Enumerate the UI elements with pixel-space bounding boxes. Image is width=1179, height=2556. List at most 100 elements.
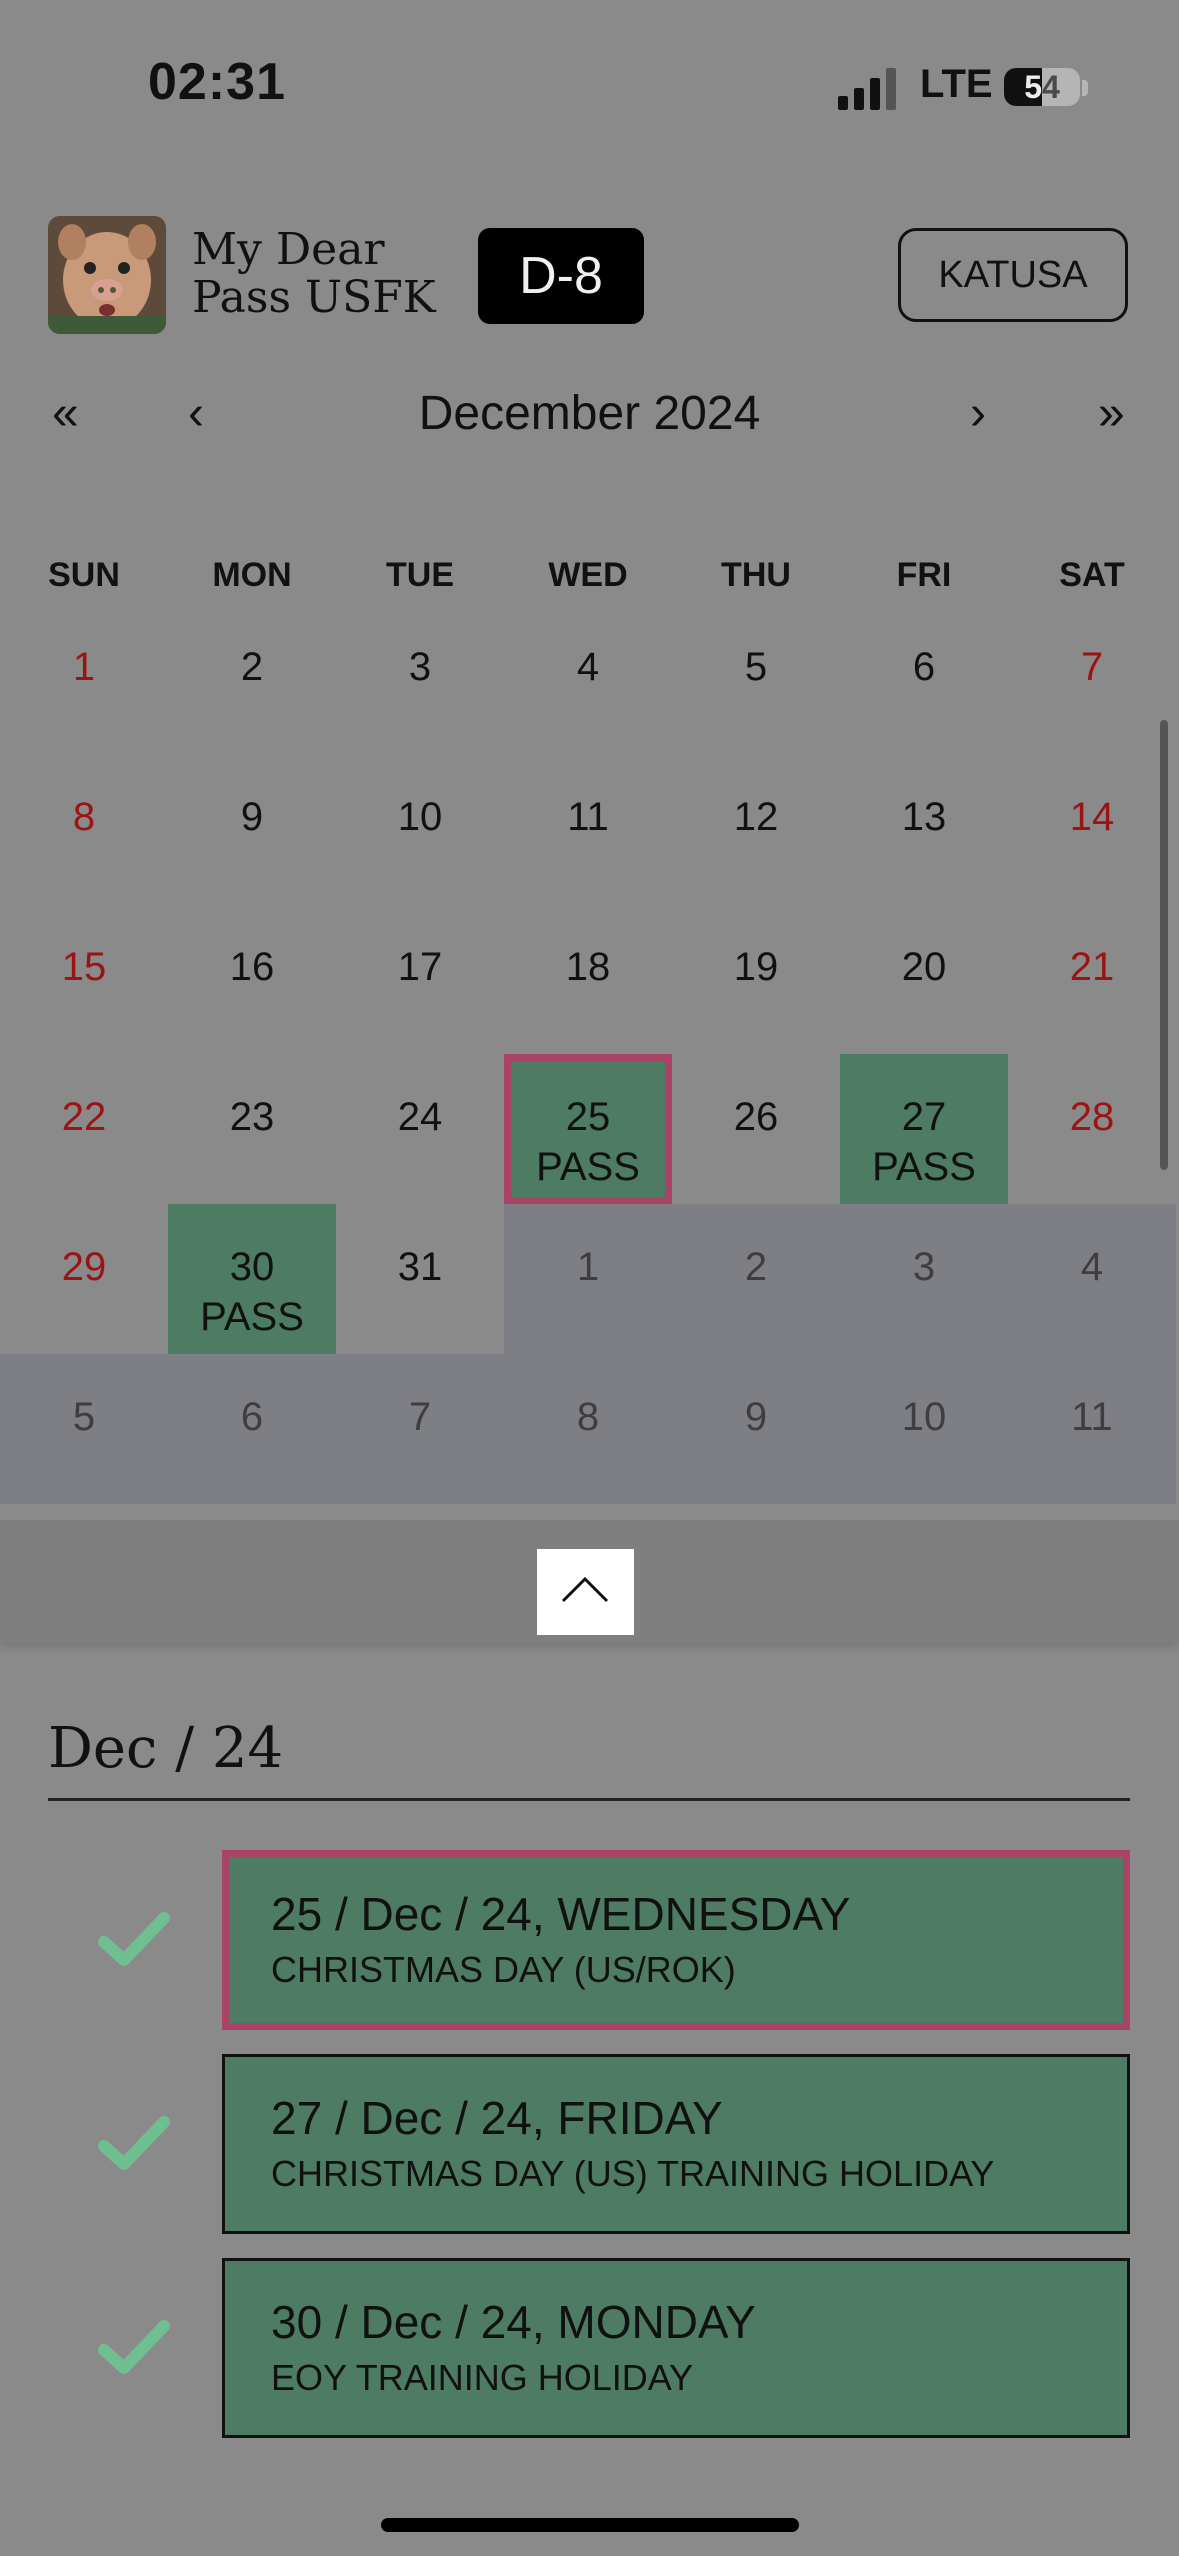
- pass-item[interactable]: 30 / Dec / 24, MONDAY EOY TRAINING HOLID…: [222, 2258, 1130, 2438]
- calendar-day-cell[interactable]: 11: [1008, 1354, 1176, 1504]
- pass-item-description: CHRISTMAS DAY (US/ROK): [271, 1949, 736, 1990]
- network-label: LTE: [920, 62, 993, 106]
- calendar-day-cell[interactable]: 30 PASS: [168, 1204, 336, 1354]
- weekday-thu: THU: [721, 556, 791, 594]
- calendar-day-cell[interactable]: 6: [168, 1354, 336, 1504]
- calendar-day-number: 6: [240, 1395, 264, 1439]
- calendar-day-cell[interactable]: 29: [0, 1204, 168, 1354]
- pass-item[interactable]: 27 / Dec / 24, FRIDAY CHRISTMAS DAY (US)…: [222, 2054, 1130, 2234]
- calendar-day-number: 28: [1069, 1095, 1115, 1139]
- calendar-day-cell[interactable]: 2: [168, 604, 336, 754]
- calendar-day-number: 25: [565, 1095, 611, 1139]
- calendar-day-cell[interactable]: 16: [168, 904, 336, 1054]
- calendar-day-cell[interactable]: 18: [504, 904, 672, 1054]
- pass-item[interactable]: 25 / Dec / 24, WEDNESDAY CHRISTMAS DAY (…: [222, 1850, 1130, 2030]
- calendar-day-number: 11: [567, 795, 609, 839]
- calendar-day-number: 8: [576, 1395, 600, 1439]
- calendar-day-cell[interactable]: 7: [336, 1354, 504, 1504]
- app-title: My Dear Pass USFK: [192, 226, 436, 322]
- home-indicator: [381, 2518, 799, 2532]
- calendar-day-cell[interactable]: 13: [840, 754, 1008, 904]
- calendar-day-number: 23: [229, 1095, 275, 1139]
- calendar-day-cell[interactable]: 6: [840, 604, 1008, 754]
- calendar-day-cell[interactable]: 8: [504, 1354, 672, 1504]
- calendar-day-number: 29: [61, 1245, 107, 1289]
- calendar-day-number: 10: [901, 1395, 947, 1439]
- calendar-day-cell[interactable]: 4: [504, 604, 672, 754]
- pass-item-date: 25 / Dec / 24, WEDNESDAY: [271, 1888, 851, 1940]
- calendar-day-cell[interactable]: 24: [336, 1054, 504, 1204]
- calendar-day-cell[interactable]: 27 PASS: [840, 1054, 1008, 1204]
- calendar-day-cell[interactable]: 28: [1008, 1054, 1176, 1204]
- calendar-day-cell[interactable]: 12: [672, 754, 840, 904]
- calendar-day-cell[interactable]: 3: [840, 1204, 1008, 1354]
- calendar-day-cell[interactable]: 14: [1008, 754, 1176, 904]
- calendar-day-number: 1: [72, 645, 96, 689]
- pass-label: PASS: [872, 1145, 976, 1189]
- calendar-day-number: 14: [1069, 795, 1115, 839]
- calendar-day-number: 16: [229, 945, 275, 989]
- calendar-day-number: 27: [901, 1095, 947, 1139]
- calendar-day-cell[interactable]: 5: [0, 1354, 168, 1504]
- calendar-day-cell[interactable]: 23: [168, 1054, 336, 1204]
- calendar-day-cell[interactable]: 8: [0, 754, 168, 904]
- calendar-day-cell[interactable]: 20: [840, 904, 1008, 1054]
- pass-item-description: CHRISTMAS DAY (US) TRAINING HOLIDAY: [271, 2153, 995, 2194]
- battery-icon: 54: [1004, 68, 1080, 106]
- calendar-day-number: 7: [408, 1395, 432, 1439]
- calendar-day-cell[interactable]: 7: [1008, 604, 1176, 754]
- calendar-day-cell[interactable]: 15: [0, 904, 168, 1054]
- calendar-day-number: 22: [61, 1095, 107, 1139]
- calendar-day-number: 7: [1080, 645, 1104, 689]
- calendar-day-cell[interactable]: 10: [336, 754, 504, 904]
- calendar-day-number: 10: [397, 795, 443, 839]
- calendar-day-cell[interactable]: 10: [840, 1354, 1008, 1504]
- calendar-day-cell[interactable]: 11: [504, 754, 672, 904]
- battery-level: 54: [1024, 69, 1060, 105]
- list-divider: [48, 1798, 1130, 1801]
- calendar-day-number: 12: [733, 795, 779, 839]
- calendar-day-number: 17: [397, 945, 443, 989]
- calendar-day-number: 1: [576, 1245, 600, 1289]
- calendar-day-number: 8: [72, 795, 96, 839]
- pass-label: PASS: [200, 1295, 304, 1339]
- calendar-day-number: 24: [397, 1095, 443, 1139]
- pass-label: PASS: [536, 1145, 640, 1189]
- scrollbar[interactable]: [1160, 720, 1168, 1170]
- calendar-day-number: 4: [576, 645, 600, 689]
- calendar-day-cell[interactable]: 19: [672, 904, 840, 1054]
- katusa-button[interactable]: KATUSA: [898, 228, 1128, 322]
- next-year-button[interactable]: »: [1098, 386, 1125, 441]
- calendar-day-number: 9: [240, 795, 264, 839]
- calendar-day-number: 20: [901, 945, 947, 989]
- calendar-day-cell[interactable]: 4: [1008, 1204, 1176, 1354]
- battery-nub: [1082, 80, 1088, 96]
- calendar-day-cell[interactable]: 26: [672, 1054, 840, 1204]
- calendar-day-cell[interactable]: 22: [0, 1054, 168, 1204]
- calendar-day-number: 19: [733, 945, 779, 989]
- calendar-day-cell[interactable]: 21: [1008, 904, 1176, 1054]
- calendar-day-cell[interactable]: 25 PASS: [504, 1054, 672, 1204]
- check-icon: [98, 1910, 170, 1970]
- calendar-day-cell[interactable]: 1: [0, 604, 168, 754]
- calendar-day-number: 13: [901, 795, 947, 839]
- calendar-day-cell[interactable]: 3: [336, 604, 504, 754]
- calendar-day-cell[interactable]: 9: [168, 754, 336, 904]
- calendar-day-cell[interactable]: 9: [672, 1354, 840, 1504]
- calendar-day-cell[interactable]: 2: [672, 1204, 840, 1354]
- month-label: December 2024: [418, 387, 761, 440]
- calendar-day-number: 30: [229, 1245, 275, 1289]
- signal-icon: [838, 68, 898, 110]
- calendar-day-cell[interactable]: 31: [336, 1204, 504, 1354]
- calendar-day-number: 31: [397, 1245, 443, 1289]
- collapse-button[interactable]: [537, 1549, 634, 1635]
- pass-item-date: 27 / Dec / 24, FRIDAY: [271, 2092, 723, 2144]
- status-time: 02:31: [148, 53, 286, 111]
- calendar-day-number: 2: [744, 1245, 768, 1289]
- app-title-line2: Pass USFK: [192, 272, 436, 323]
- calendar-day-cell[interactable]: 1: [504, 1204, 672, 1354]
- next-month-button[interactable]: ›: [970, 386, 986, 441]
- calendar-day-number: 2: [240, 645, 264, 689]
- calendar-day-cell[interactable]: 17: [336, 904, 504, 1054]
- calendar-day-cell[interactable]: 5: [672, 604, 840, 754]
